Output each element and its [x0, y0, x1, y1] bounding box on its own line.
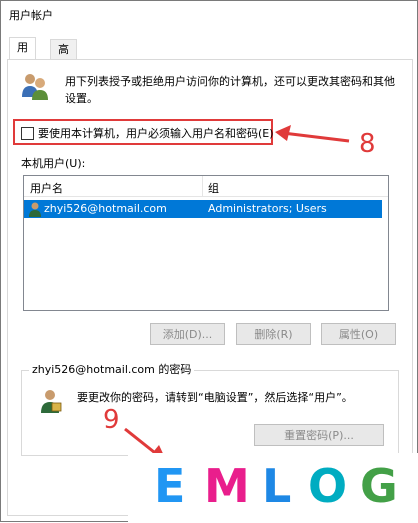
tab-users[interactable]: 用户 — [9, 37, 36, 73]
require-password-label: 要使用本计算机，用户必须输入用户名和密码(E) — [38, 127, 274, 140]
properties-button[interactable]: 属性(O) — [321, 323, 396, 345]
tab-advanced[interactable]: 高级 — [50, 39, 77, 75]
title-bar[interactable]: 用户帐户 — [1, 1, 417, 28]
emlog-watermark: E M L O G — [128, 453, 418, 523]
watermark-letter-m: M — [204, 459, 250, 513]
remove-button[interactable]: 删除(R) — [236, 323, 311, 345]
password-group-title: zhyi526@hotmail.com 的密码 — [29, 361, 195, 377]
password-instructions: 要更改你的密码，请转到“电脑设置”，然后选择“用户”。 — [77, 391, 353, 404]
row-username: zhyi526@hotmail.com — [44, 202, 167, 215]
list-header: 用户名 组 — [24, 176, 388, 197]
window-title: 用户帐户 — [9, 9, 53, 22]
watermark-letter-l: L — [262, 459, 292, 513]
require-password-checkbox[interactable] — [21, 126, 34, 140]
local-users-label: 本机用户(U): — [21, 157, 86, 170]
description-text: 用下列表授予或拒绝用户访问你的计算机，还可以更改其密码和其他设置。 — [65, 75, 395, 105]
annotation-number-8: 8 — [359, 129, 376, 159]
watermark-letter-g: G — [360, 459, 398, 513]
user-icon — [29, 202, 41, 217]
add-button[interactable]: 添加(D)... — [150, 323, 225, 345]
user-accounts-window: 用户帐户 用户 高级 用下列表授予或拒绝用户访问你的计算机，还可以更改其密码和其… — [0, 0, 418, 523]
row-group: Administrators; Users — [208, 202, 327, 215]
require-password-row[interactable]: 要使用本计算机，用户必须输入用户名和密码(E) — [21, 125, 274, 141]
table-row[interactable]: zhyi526@hotmail.com Administrators; User… — [24, 200, 382, 218]
column-header-group[interactable]: 组 — [208, 180, 219, 196]
watermark-letter-o: O — [308, 459, 348, 513]
reset-password-button[interactable]: 重置密码(P)... — [254, 424, 384, 446]
watermark-letter-e: E — [154, 459, 186, 513]
users-list[interactable]: 用户名 组 zhyi526@hotmail.com Administrators… — [23, 175, 389, 311]
column-divider[interactable] — [202, 176, 203, 196]
user-password-icon — [41, 390, 62, 413]
column-header-username[interactable]: 用户名 — [30, 180, 63, 196]
users-icon — [22, 74, 48, 100]
